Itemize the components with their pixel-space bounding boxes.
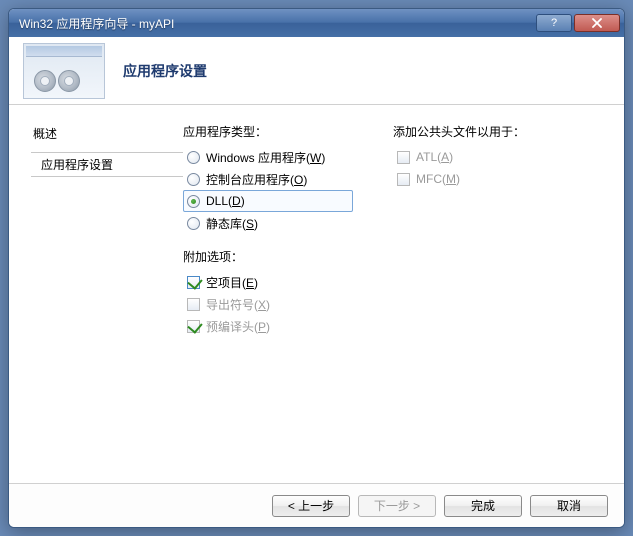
cancel-button[interactable]: 取消: [530, 495, 608, 517]
prev-button[interactable]: < 上一步: [272, 495, 350, 517]
check-export-symbols: 导出符号(X): [183, 293, 353, 315]
content: 应用程序类型： Windows 应用程序(W) 控制台应用程序(O) DLL(D…: [183, 123, 608, 475]
titlebar: Win32 应用程序向导 - myAPI ?: [9, 9, 624, 37]
check-precompiled-header: 预编译头(P): [183, 315, 353, 337]
group-additional-options: 附加选项： 空项目(E) 导出符号(X) 预编译头(P): [183, 248, 353, 337]
radio-icon: [187, 173, 200, 186]
window-title: Win32 应用程序向导 - myAPI: [19, 15, 534, 32]
radio-console-app[interactable]: 控制台应用程序(O): [183, 168, 353, 190]
radio-icon: [187, 217, 200, 230]
gear-icon: [58, 70, 80, 92]
column-right: 添加公共头文件以用于： ATL(A) MFC(M): [393, 123, 525, 475]
section-label-additional: 附加选项：: [183, 248, 353, 265]
sidebar: 概述 应用程序设置: [33, 123, 183, 475]
checkbox-icon: [397, 151, 410, 164]
group-common-headers: 添加公共头文件以用于： ATL(A) MFC(M): [393, 123, 525, 190]
column-left: 应用程序类型： Windows 应用程序(W) 控制台应用程序(O) DLL(D…: [183, 123, 353, 475]
page-title: 应用程序设置: [123, 61, 207, 81]
check-empty-project[interactable]: 空项目(E): [183, 271, 353, 293]
finish-button[interactable]: 完成: [444, 495, 522, 517]
radio-label: Windows 应用程序(W): [206, 149, 325, 166]
section-label-app-type: 应用程序类型：: [183, 123, 353, 140]
close-icon: [592, 18, 602, 28]
body: 概述 应用程序设置 应用程序类型： Windows 应用程序(W) 控制台应用程…: [9, 105, 624, 483]
radio-label: 控制台应用程序(O): [206, 171, 307, 188]
check-label: MFC(M): [416, 172, 460, 186]
section-label-common-headers: 添加公共头文件以用于：: [393, 123, 525, 140]
next-button: 下一步 >: [358, 495, 436, 517]
check-label: ATL(A): [416, 150, 453, 164]
help-button[interactable]: ?: [536, 14, 572, 32]
check-label: 空项目(E): [206, 274, 258, 291]
close-button[interactable]: [574, 14, 620, 32]
checkbox-icon: [187, 320, 200, 333]
checkbox-icon: [397, 173, 410, 186]
check-label: 导出符号(X): [206, 296, 270, 313]
sidebar-item-label: 概述: [33, 127, 57, 141]
gear-icon: [34, 70, 56, 92]
check-mfc: MFC(M): [393, 168, 525, 190]
sidebar-item-app-settings[interactable]: 应用程序设置: [31, 152, 183, 177]
sidebar-item-label: 应用程序设置: [41, 158, 113, 172]
dialog-window: Win32 应用程序向导 - myAPI ? 应用程序设置 概述 应用程序设置: [8, 8, 625, 528]
radio-label: DLL(D): [206, 194, 245, 208]
group-app-type: 应用程序类型： Windows 应用程序(W) 控制台应用程序(O) DLL(D…: [183, 123, 353, 234]
checkbox-icon: [187, 298, 200, 311]
check-label: 预编译头(P): [206, 318, 270, 335]
radio-icon: [187, 151, 200, 164]
footer: < 上一步 下一步 > 完成 取消: [9, 483, 624, 527]
radio-label: 静态库(S): [206, 215, 258, 232]
radio-static-lib[interactable]: 静态库(S): [183, 212, 353, 234]
header-banner: 应用程序设置: [9, 37, 624, 105]
sidebar-item-overview[interactable]: 概述: [33, 125, 183, 142]
header-image: [23, 43, 105, 99]
check-atl: ATL(A): [393, 146, 525, 168]
radio-icon: [187, 195, 200, 208]
checkbox-icon: [187, 276, 200, 289]
radio-dll[interactable]: DLL(D): [183, 190, 353, 212]
radio-windows-app[interactable]: Windows 应用程序(W): [183, 146, 353, 168]
